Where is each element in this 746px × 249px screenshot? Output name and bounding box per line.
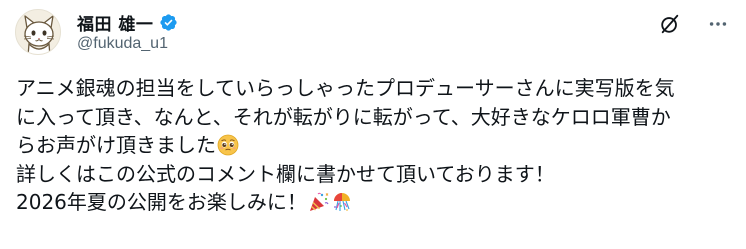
author-handle[interactable]: @fukuda_u1 <box>77 35 168 53</box>
post-text-line-5-text: 2026年夏の公開をお楽しみに！ <box>16 190 307 214</box>
party-popper-emoji <box>308 191 330 213</box>
confetti-ball-emoji <box>331 191 353 213</box>
verified-badge-icon <box>159 13 178 32</box>
post-top-actions <box>658 12 730 36</box>
post-text-line-3: らお声がけ頂きました <box>16 131 732 160</box>
cat-avatar-icon <box>16 10 60 54</box>
post-card: 福田 雄一 @fukuda_u1 アニメ銀魂の担当をしていらっしゃったプロデュー… <box>0 0 746 249</box>
avatar[interactable] <box>15 9 61 55</box>
post-text-line-1: アニメ銀魂の担当をしていらっしゃったプロデューサーさんに実写版を気 <box>16 76 675 100</box>
post-text-line-5: 2026年夏の公開をお楽しみに！ <box>16 188 732 217</box>
author-display-name[interactable]: 福田 雄一 <box>77 10 153 35</box>
author-name-row: 福田 雄一 <box>77 10 178 35</box>
post-text-line-4: 詳しくはこの公式のコメント欄に書かせて頂いております！ <box>16 161 555 186</box>
post-text: アニメ銀魂の担当をしていらっしゃったプロデューサーさんに実写版を気 に入って頂き… <box>16 74 732 217</box>
post-text-line-3-text: らお声がけ頂きました <box>16 133 216 157</box>
more-options-icon[interactable] <box>706 12 730 36</box>
grok-icon[interactable] <box>658 12 682 36</box>
post-text-line-2: に入って頂き、なんと、それが転がりに転がって、大好きなケロロ軍曹か <box>16 104 671 129</box>
pleading-face-emoji <box>217 134 239 156</box>
